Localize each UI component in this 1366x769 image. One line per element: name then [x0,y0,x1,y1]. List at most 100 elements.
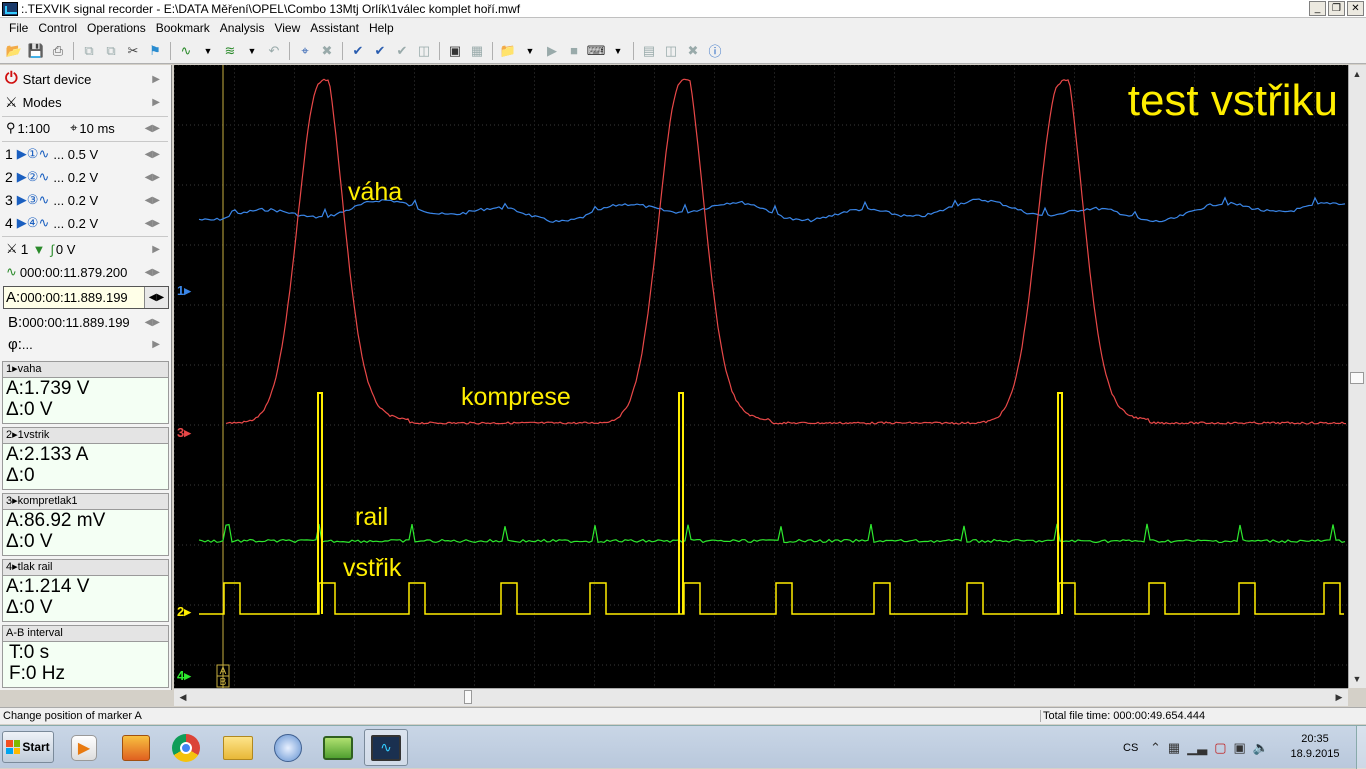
network-error-icon[interactable]: ▢ [1214,740,1226,756]
channel-2-marker[interactable]: 2▸ [177,604,192,619]
play-icon[interactable]: ▶ [542,41,562,61]
channel-icon: ▶④∿ [16,215,50,230]
volume-icon[interactable]: 🔈 [1253,740,1269,756]
channel-3-marker[interactable]: 3▸ [177,425,192,440]
network-app-icon[interactable] [266,729,310,766]
channel-1-marker[interactable]: 1▸ [177,283,192,298]
vertical-scrollbar[interactable]: ▲ ▼ [1348,65,1366,688]
undo-icon[interactable]: ↶ [264,41,284,61]
check-icon[interactable]: ✔ [348,41,368,61]
show-desktop-button[interactable] [1356,726,1366,769]
zoom-window-icon[interactable]: ▦ [467,41,487,61]
check-all-icon[interactable]: ✔ [392,41,412,61]
texvik-taskbar-icon[interactable]: ∿ [364,729,408,766]
value-delta: Δ:0 V [6,399,53,420]
menu-control[interactable]: Control [33,21,82,35]
paste-icon[interactable]: ⧉ [101,41,121,61]
channel-row-4[interactable]: 4 ▶④∿ ... 0.2 V ◀▶ [0,212,170,234]
timebase-icon: ⌖ [70,120,78,135]
keyboard-icon[interactable]: ⌨ [586,41,606,61]
page-icon[interactable]: ◫ [414,41,434,61]
channel-icon: ▶①∿ [16,146,50,161]
marker-a-field[interactable]: A: 000:00:11.889.199 ◀▶ [3,286,169,309]
remote-desktop-icon[interactable] [316,729,360,766]
media-player-icon[interactable]: ▶ [62,729,106,766]
marker-a-stepper[interactable]: ◀▶ [144,287,168,308]
scope-display[interactable]: test vstřiku váha komprese rail vstřik 1… [174,65,1348,688]
folder-export-icon[interactable]: 📁 [498,41,518,61]
menu-bookmark[interactable]: Bookmark [151,21,215,35]
menu-analysis[interactable]: Analysis [215,21,270,35]
print-icon[interactable]: ⎙ [48,41,68,61]
modes-item[interactable]: ⚔ Modes ▶ [0,92,170,112]
menu-help[interactable]: Help [364,21,399,35]
measure-icon[interactable]: ⌖ [295,41,315,61]
phase-row[interactable]: φ: ... ▶ [0,333,170,355]
start-device-item[interactable]: ⏻ Start device ▶ [0,69,170,89]
scope-canvas[interactable]: test vstřiku váha komprese rail vstřik 1… [174,65,1348,688]
chart-icon[interactable]: ▤ [639,41,659,61]
marker-a-label: A: [6,289,21,306]
save-icon[interactable]: 💾 [26,41,46,61]
maximize-button[interactable]: ❐ [1328,1,1345,16]
chrome-icon[interactable] [164,729,208,766]
phase-label: φ: [8,335,22,353]
status-message: Change position of marker A [3,710,142,722]
signal-strength-icon[interactable]: ▁▃ [1187,740,1207,756]
signal-icon[interactable]: ∿ [176,41,196,61]
dropdown-icon[interactable]: ▼ [608,41,628,61]
value-a: A:2.133 A [6,444,89,465]
value-a: A:1.739 V [6,378,90,399]
channel-row-2[interactable]: 2 ▶②∿ ... 0.2 V ◀▶ [0,166,170,188]
dropdown-icon[interactable]: ▼ [242,41,262,61]
trigger-time-row[interactable]: ∿ 000:00:11.879.200 ◀▶ [0,261,170,283]
scroll-up-icon[interactable]: ▲ [1349,66,1365,82]
minimize-button[interactable]: _ [1309,1,1326,16]
channel-row-3[interactable]: 3 ▶③∿ ... 0.2 V ◀▶ [0,189,170,211]
zoom-timebase-row[interactable]: ⚲ 1:100 ⌖ 10 ms ◀▶ [0,118,170,138]
filter-icon[interactable]: ≋ [220,41,240,61]
action-center-icon[interactable]: ▦ [1168,740,1180,756]
channel-number: 3 [5,192,13,208]
start-button[interactable]: Start [2,731,54,763]
copy-icon[interactable]: ⧉ [79,41,99,61]
menu-assistant[interactable]: Assistant [305,21,364,35]
stop-icon[interactable]: ■ [564,41,584,61]
trigger-row[interactable]: ⚔ 1 ▼ ∫ 0 V ▶ [0,238,170,260]
scroll-right-icon[interactable]: ▶ [1331,689,1347,705]
check-down-icon[interactable]: ✔ [370,41,390,61]
scroll-left-icon[interactable]: ◀ [175,689,191,705]
delete-icon[interactable]: ✖ [317,41,337,61]
bookmark-flag-icon[interactable]: ⚑ [145,41,165,61]
vertical-scroll-thumb[interactable] [1350,372,1364,384]
help-icon[interactable]: ⓘ [705,41,725,61]
cut-icon[interactable]: ✂ [123,41,143,61]
close-button[interactable]: ✕ [1347,1,1364,16]
file-explorer-icon[interactable] [216,729,260,766]
language-indicator[interactable]: CS [1123,726,1138,769]
device-icon[interactable]: ▣ [1234,740,1246,756]
open-folder-icon[interactable]: 📂 [4,41,24,61]
stepper-icon: ◀▶ [144,194,160,206]
zoom-fit-icon[interactable]: ▣ [445,41,465,61]
scroll-down-icon[interactable]: ▼ [1349,671,1365,687]
marker-b-row[interactable]: B: 000:00:11.889.199 ◀▶ [0,311,170,333]
horizontal-scroll-thumb[interactable] [464,690,472,704]
tools-icon[interactable]: ✖ [683,41,703,61]
clock[interactable]: 20:35 18.9.2015 [1280,732,1350,762]
channel-4-marker[interactable]: 4▸ [177,668,192,683]
dropdown-icon[interactable]: ▼ [520,41,540,61]
horizontal-scrollbar[interactable]: ◀ ▶ [174,688,1348,706]
dropdown-icon[interactable]: ▼ [198,41,218,61]
toolbar-separator [342,41,343,60]
menu-view[interactable]: View [269,21,305,35]
channel-row-1[interactable]: 1 ▶①∿ ... 0.5 V ◀▶ [0,143,170,165]
show-hidden-icons-icon[interactable]: ⌃ [1150,740,1161,756]
doc-icon[interactable]: ◫ [661,41,681,61]
menu-file[interactable]: File [4,21,33,35]
value-panel-ch2: 2▸1vstrik A:2.133 A Δ:0 [2,427,169,490]
menu-operations[interactable]: Operations [82,21,151,35]
label-komprese: komprese [461,383,571,411]
paint-icon[interactable] [114,729,158,766]
status-bar: Change position of marker A Total file t… [0,707,1366,724]
